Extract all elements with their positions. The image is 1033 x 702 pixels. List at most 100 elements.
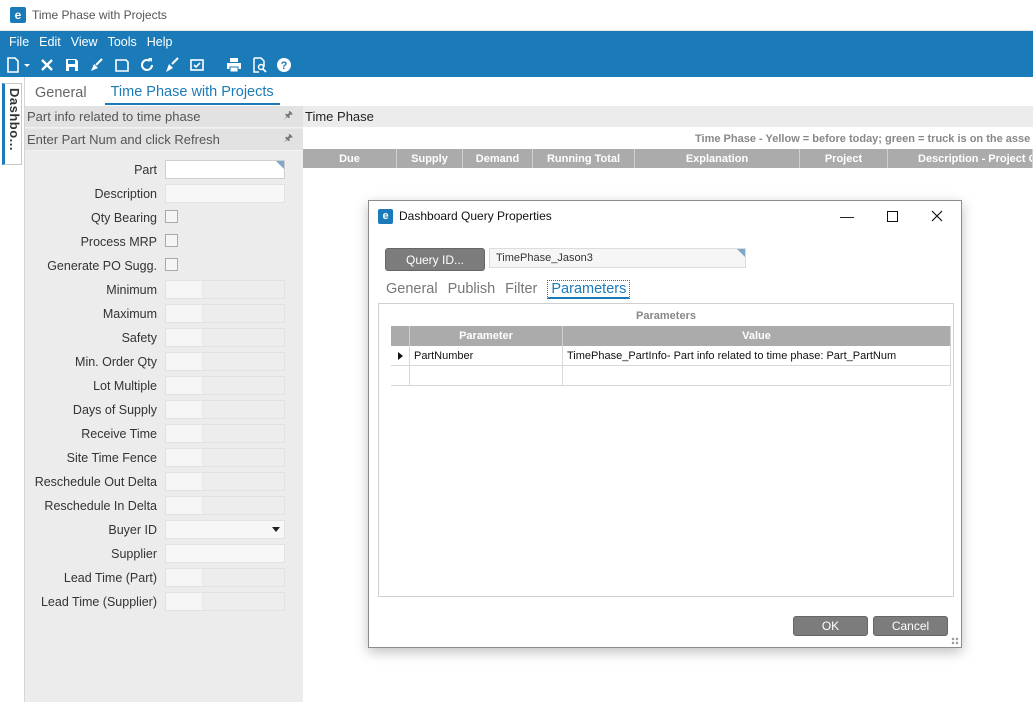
part-input[interactable] bbox=[165, 160, 285, 179]
cancel-button[interactable]: Cancel bbox=[873, 616, 948, 636]
parameters-table: Parameter Value PartNumber TimePhase_Par… bbox=[391, 326, 951, 386]
dashboard-query-properties-dialog: e Dashboard Query Properties — Query ID.… bbox=[368, 200, 962, 648]
row-selector-header bbox=[391, 326, 410, 346]
search-corner-icon bbox=[276, 161, 284, 169]
clear-icon[interactable] bbox=[88, 56, 106, 74]
table-row[interactable]: PartNumber TimePhase_PartInfo- Part info… bbox=[391, 346, 951, 366]
side-strip: Dashbo... bbox=[0, 77, 25, 702]
field-row-process-mrp: Process MRP bbox=[25, 230, 303, 254]
lead-time-part-input[interactable] bbox=[165, 568, 285, 587]
part-info-form: Part Description Qty Bearing Process MRP… bbox=[25, 158, 303, 614]
menu-edit[interactable]: Edit bbox=[34, 35, 66, 49]
menu-bar: File Edit View Tools Help bbox=[0, 31, 1033, 53]
row-selector[interactable] bbox=[391, 346, 410, 365]
tab-time-phase-with-projects[interactable]: Time Phase with Projects bbox=[104, 84, 280, 105]
tab-filter[interactable]: Filter bbox=[505, 281, 537, 299]
column-header-running-total[interactable]: Running Total bbox=[533, 149, 635, 168]
close-icon bbox=[931, 210, 943, 222]
clear-broom-icon[interactable] bbox=[163, 56, 181, 74]
min-order-qty-input[interactable] bbox=[165, 352, 285, 371]
query-id-value: TimePhase_Jason3 bbox=[496, 252, 593, 264]
days-of-supply-input[interactable] bbox=[165, 400, 285, 419]
lot-multiple-input[interactable] bbox=[165, 376, 285, 395]
print-icon[interactable] bbox=[225, 56, 243, 74]
tab-general[interactable]: General bbox=[35, 85, 87, 105]
approve-icon[interactable] bbox=[188, 56, 206, 74]
menu-tools[interactable]: Tools bbox=[103, 35, 142, 49]
column-header-value[interactable]: Value bbox=[563, 326, 951, 346]
field-label: Qty Bearing bbox=[90, 211, 157, 225]
save-icon[interactable] bbox=[63, 56, 81, 74]
field-label: Minimum bbox=[106, 283, 157, 297]
menu-file[interactable]: File bbox=[4, 35, 34, 49]
query-id-field[interactable]: TimePhase_Jason3 bbox=[489, 248, 746, 268]
process-mrp-checkbox[interactable] bbox=[165, 234, 178, 247]
column-header-explanation[interactable]: Explanation bbox=[635, 149, 800, 168]
new-page-icon[interactable] bbox=[113, 56, 131, 74]
pin-icon[interactable]: 🖈 bbox=[284, 108, 293, 125]
menu-help[interactable]: Help bbox=[142, 35, 178, 49]
row-selector[interactable] bbox=[391, 366, 410, 385]
tab-publish[interactable]: Publish bbox=[448, 281, 496, 299]
ok-button[interactable]: OK bbox=[793, 616, 868, 636]
column-header-description-project[interactable]: Description - Project O bbox=[888, 149, 1033, 168]
field-row-safety: Safety bbox=[25, 326, 303, 350]
print-preview-icon[interactable] bbox=[250, 56, 268, 74]
tab-general[interactable]: General bbox=[386, 281, 438, 299]
help-icon[interactable]: ? bbox=[275, 56, 293, 74]
description-input[interactable] bbox=[165, 184, 285, 203]
lead-time-supplier-input[interactable] bbox=[165, 592, 285, 611]
value-cell[interactable]: TimePhase_PartInfo- Part info related to… bbox=[563, 346, 951, 365]
part-info-panel: Part info related to time phase 🖈 Enter … bbox=[25, 106, 303, 702]
field-label: Lot Multiple bbox=[93, 379, 157, 393]
reschedule-out-delta-input[interactable] bbox=[165, 472, 285, 491]
row-pointer-icon bbox=[397, 351, 403, 360]
panel-header-label: Enter Part Num and click Refresh bbox=[27, 132, 220, 147]
column-header-supply[interactable]: Supply bbox=[397, 149, 463, 168]
pin-icon[interactable]: 🖈 bbox=[284, 131, 293, 148]
field-label: Supplier bbox=[111, 547, 157, 561]
time-phase-title: Time Phase bbox=[303, 106, 1033, 127]
column-header-due[interactable]: Due bbox=[303, 149, 397, 168]
column-header-project[interactable]: Project bbox=[800, 149, 888, 168]
close-button[interactable] bbox=[922, 205, 952, 227]
app-logo-icon: e bbox=[10, 7, 26, 23]
parameters-table-header: Parameter Value bbox=[391, 326, 951, 346]
side-tab-label: Dashbo... bbox=[7, 88, 22, 152]
field-label: Maximum bbox=[102, 307, 157, 321]
generate-po-checkbox[interactable] bbox=[165, 258, 178, 271]
minimum-input[interactable] bbox=[165, 280, 285, 299]
reschedule-in-delta-input[interactable] bbox=[165, 496, 285, 515]
panel-header-part-info: Part info related to time phase 🖈 bbox=[25, 106, 303, 128]
field-label: Days of Supply bbox=[72, 403, 157, 417]
column-header-parameter[interactable]: Parameter bbox=[410, 326, 563, 346]
panel-header-label: Part info related to time phase bbox=[27, 109, 201, 124]
supplier-input[interactable] bbox=[165, 544, 285, 563]
column-header-demand[interactable]: Demand bbox=[463, 149, 533, 168]
value-cell[interactable] bbox=[563, 366, 951, 385]
delete-icon[interactable] bbox=[38, 56, 56, 74]
site-time-fence-input[interactable] bbox=[165, 448, 285, 467]
maximum-input[interactable] bbox=[165, 304, 285, 323]
dashboard-side-tab[interactable]: Dashbo... bbox=[2, 83, 22, 165]
chevron-down-icon bbox=[272, 527, 280, 532]
field-row-part: Part bbox=[25, 158, 303, 182]
minimize-button[interactable]: — bbox=[832, 205, 862, 227]
qty-bearing-checkbox[interactable] bbox=[165, 210, 178, 223]
safety-input[interactable] bbox=[165, 328, 285, 347]
receive-time-input[interactable] bbox=[165, 424, 285, 443]
time-phase-grid-header: Due Supply Demand Running Total Explanat… bbox=[303, 149, 1033, 168]
parameter-cell[interactable]: PartNumber bbox=[410, 346, 563, 365]
tab-parameters[interactable]: Parameters bbox=[547, 280, 631, 299]
refresh-icon[interactable] bbox=[138, 56, 156, 74]
buyer-id-dropdown[interactable] bbox=[165, 520, 285, 539]
parameter-cell[interactable] bbox=[410, 366, 563, 385]
parameters-panel: Parameters Parameter Value PartNumber Ti… bbox=[378, 303, 954, 597]
menu-view[interactable]: View bbox=[66, 35, 103, 49]
dropdown-arrow-icon[interactable] bbox=[23, 56, 31, 74]
query-id-button[interactable]: Query ID... bbox=[385, 248, 485, 271]
table-row[interactable] bbox=[391, 366, 951, 386]
resize-grip-icon[interactable] bbox=[951, 637, 959, 645]
new-icon[interactable] bbox=[4, 56, 22, 74]
maximize-button[interactable] bbox=[877, 205, 907, 227]
